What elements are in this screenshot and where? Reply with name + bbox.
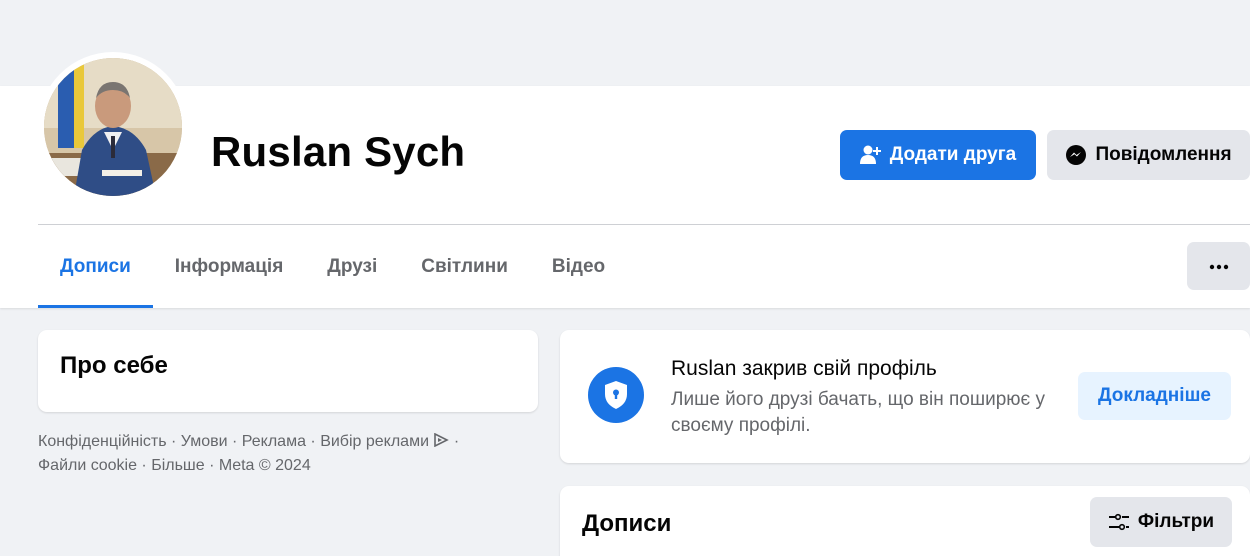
avatar-photo (44, 58, 182, 196)
messenger-icon (1065, 144, 1087, 166)
locked-profile-description: Лише його друзі бачать, що він поширює у… (671, 389, 1046, 436)
ad-choices-icon (433, 432, 450, 450)
tab-friends[interactable]: Друзі (305, 226, 399, 308)
profile-name: Ruslan Sych (211, 128, 466, 175)
message-button[interactable]: Повідомлення (1047, 130, 1250, 180)
tab-photos[interactable]: Світлини (399, 226, 530, 308)
shield-keyhole-icon (588, 367, 644, 423)
footer-separator: · (449, 433, 460, 450)
footer-separator: · (136, 457, 152, 474)
footer-separator: · (305, 433, 321, 450)
profile-avatar[interactable] (44, 58, 182, 196)
add-friend-label: Додати друга (889, 144, 1017, 165)
about-card: Про себе (38, 330, 538, 412)
person-plus-icon (859, 145, 882, 165)
filters-label: Фільтри (1137, 511, 1215, 532)
filters-button[interactable]: Фільтри (1090, 497, 1232, 547)
cover-area (0, 0, 1250, 86)
tab-posts[interactable]: Дописи (38, 226, 153, 308)
footer-link-terms[interactable]: Умови (181, 433, 228, 450)
sliders-icon (1108, 513, 1130, 531)
tab-videos[interactable]: Відео (530, 226, 627, 308)
posts-card: Дописи Фільтри (560, 486, 1250, 556)
ad-choices-label: Вибір реклами (320, 433, 430, 450)
message-label: Повідомлення (1095, 144, 1232, 165)
footer-separator: · (227, 433, 242, 450)
posts-title: Дописи (582, 510, 672, 537)
add-friend-button[interactable]: Додати друга (840, 130, 1036, 180)
footer-links: Конфіденційність · Умови · Реклама · Виб… (38, 430, 508, 478)
header-divider (38, 224, 1250, 225)
footer-link-privacy[interactable]: Конфіденційність (38, 433, 167, 450)
footer-link-more[interactable]: Більше (151, 457, 204, 474)
learn-more-button[interactable]: Докладніше (1078, 372, 1231, 420)
tab-about[interactable]: Інформація (153, 226, 306, 308)
locked-profile-card: Ruslan закрив свій профіль Лише його дру… (560, 330, 1250, 463)
footer-link-cookies[interactable]: Файли cookie (38, 457, 137, 474)
profile-tabs: Дописи Інформація Друзі Світлини Відео (38, 226, 627, 308)
footer-copyright: Meta © 2024 (218, 457, 311, 474)
footer-link-ad-choices[interactable]: Вибір реклами (320, 432, 450, 450)
locked-profile-title: Ruslan закрив свій профіль (671, 357, 937, 380)
footer-link-ads[interactable]: Реклама (242, 433, 306, 450)
more-dots-icon (1209, 257, 1229, 275)
footer-separator: · (204, 457, 219, 474)
more-options-button[interactable] (1187, 242, 1250, 290)
about-title: Про себе (60, 352, 168, 379)
footer-separator: · (166, 433, 181, 450)
